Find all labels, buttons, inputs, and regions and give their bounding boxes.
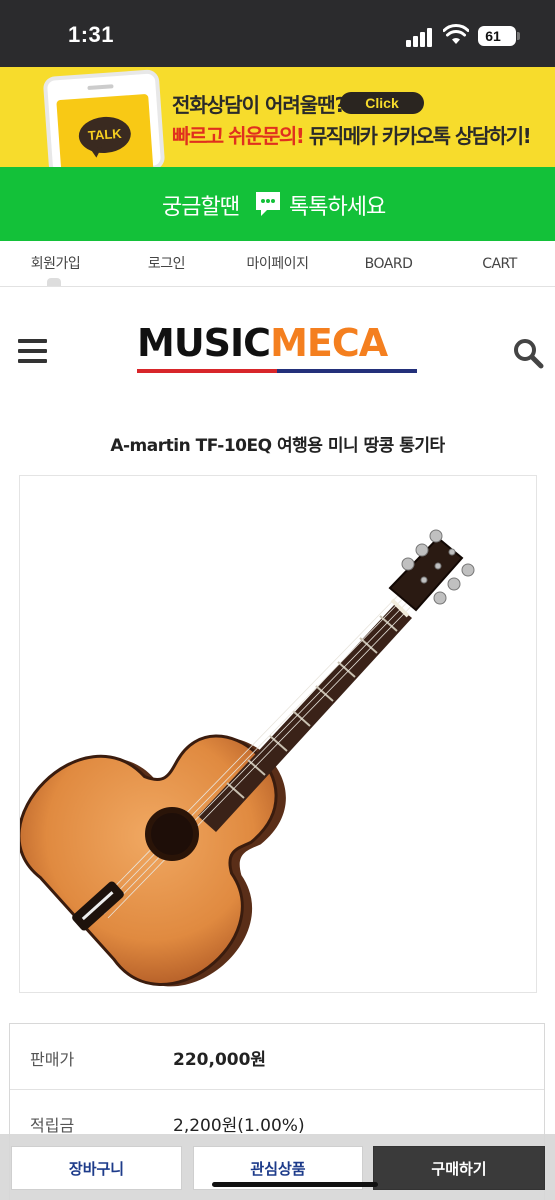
nav-board[interactable]: BOARD <box>333 241 444 286</box>
price-label: 판매가 <box>30 1050 75 1069</box>
site-logo[interactable]: MUSICMECA <box>137 321 417 373</box>
logo-underline <box>137 369 417 373</box>
banner-click-button[interactable]: Click <box>340 92 424 114</box>
product-title: A-martin TF-10EQ 여행용 미니 땅콩 통기타 <box>110 436 445 456</box>
banner-subline: 빠르고 쉬운문의! 뮤직메카 카카오톡 상담하기! <box>172 124 532 148</box>
top-nav: 회원가입 로그인 마이페이지 BOARD CART <box>0 241 555 287</box>
phone-illustration: TALK <box>42 69 166 167</box>
search-icon[interactable] <box>512 337 544 369</box>
talktalk-text-left: 궁금할땐 <box>162 195 240 220</box>
points-label: 적립금 <box>30 1116 75 1135</box>
nav-cart[interactable]: CART <box>444 241 555 286</box>
nav-login[interactable]: 로그인 <box>111 241 222 286</box>
menu-icon[interactable] <box>18 339 48 363</box>
battery-cap <box>517 32 520 40</box>
battery-icon: 61 <box>478 26 516 46</box>
nav-tab-indicator <box>47 278 61 286</box>
bottom-action-bar: 장바구니 관심상품 구매하기 <box>0 1134 555 1200</box>
nav-mypage[interactable]: 마이페이지 <box>222 241 333 286</box>
talktalk-banner[interactable]: 궁금할땐 톡톡하세요 <box>0 167 555 241</box>
add-to-cart-button[interactable]: 장바구니 <box>11 1146 182 1190</box>
points-value: 2,200원(1.00%) <box>173 1116 305 1136</box>
buy-now-button[interactable]: 구매하기 <box>373 1146 545 1190</box>
cellular-signal-icon <box>406 27 434 47</box>
product-image[interactable] <box>17 475 537 993</box>
price-value: 220,000원 <box>173 1050 267 1070</box>
status-bar: 1:31 61 <box>0 0 555 67</box>
price-row: 판매가 220,000원 <box>10 1024 544 1090</box>
chat-bubble-icon <box>256 192 280 216</box>
home-indicator[interactable] <box>212 1182 378 1187</box>
site-header: MUSICMECA <box>0 287 555 407</box>
banner-headline: 전화상담이 어려울땐? <box>172 93 346 117</box>
talktalk-text-right: 톡톡하세요 <box>289 195 386 220</box>
status-time: 1:31 <box>68 22 115 47</box>
wifi-icon <box>443 24 469 44</box>
kakao-consult-banner[interactable]: TALK 전화상담이 어려울땐? Click 빠르고 쉬운문의! 뮤직메카 카카… <box>0 67 555 167</box>
guitar-illustration <box>17 529 475 987</box>
battery-level: 61 <box>485 28 501 44</box>
